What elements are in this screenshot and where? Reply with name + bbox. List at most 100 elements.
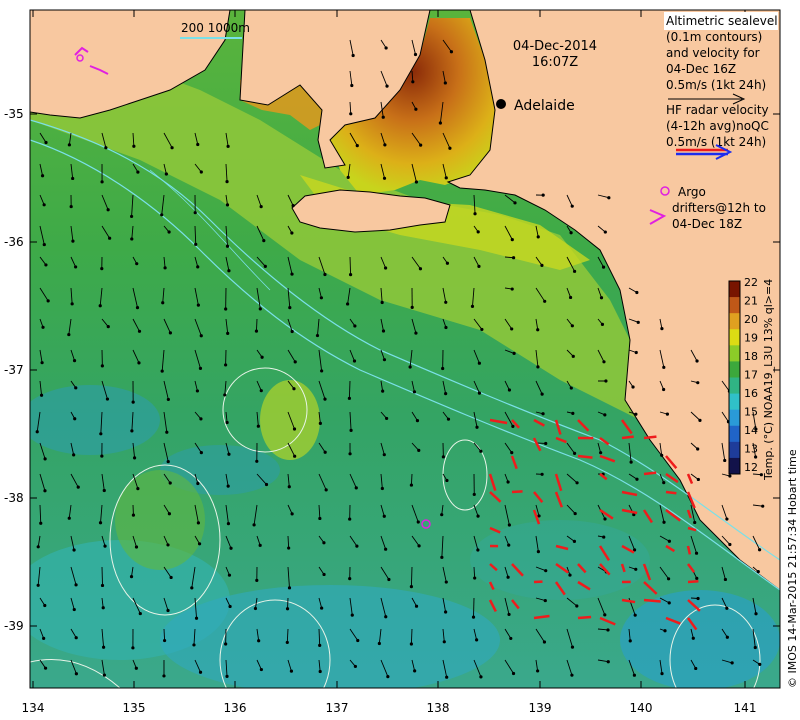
velocity-arrow-head (225, 674, 229, 678)
velocity-arrow-head (74, 386, 78, 390)
velocity-arrow-head (320, 606, 324, 610)
colorbar-tick-label: 21 (744, 295, 758, 308)
velocity-arrow-head (256, 424, 260, 428)
hf-radar-arrow (621, 435, 634, 440)
map-time: 16:07Z (532, 55, 578, 70)
velocity-arrow-head (449, 50, 454, 54)
velocity-arrow-head (255, 459, 259, 463)
velocity-arrow-head (544, 569, 548, 573)
velocity-arrow-head (289, 669, 294, 673)
velocity-arrow-head (381, 329, 386, 333)
velocity-arrow-head (354, 486, 358, 490)
velocity-arrow-head (696, 477, 700, 482)
velocity-arrow-head (603, 413, 607, 417)
colorbar-tick-label: 19 (744, 332, 758, 345)
legend-argo-line: drifters@12h to (672, 201, 766, 215)
velocity-arrow-head (758, 662, 762, 666)
velocity-arrow-head (695, 359, 699, 363)
velocity-arrow-head (410, 305, 414, 309)
velocity-arrow-head (138, 611, 142, 616)
velocity-arrow-head (536, 550, 540, 554)
velocity-arrow-head (106, 208, 110, 212)
velocity-arrow-head (323, 397, 327, 401)
velocity-arrow-head (290, 512, 294, 516)
velocity-arrow-head (226, 484, 230, 488)
velocity-arrow-head (72, 548, 76, 552)
velocity-arrow-head (510, 238, 514, 242)
colorbar-segment (729, 345, 740, 362)
velocity-arrow-head (728, 542, 732, 547)
velocity-arrow-head (101, 606, 105, 610)
velocity-arrow-head (662, 520, 666, 524)
velocity-arrow-head (168, 481, 172, 485)
velocity-arrow-head (631, 385, 635, 389)
velocity-arrow-head (448, 146, 452, 150)
velocity-arrow-head (667, 539, 671, 543)
velocity-arrow-head (67, 516, 71, 520)
velocity-arrow-head (67, 143, 71, 147)
velocity-arrow-head (100, 267, 104, 271)
velocity-arrow-head (662, 481, 666, 485)
velocity-arrow-head (166, 459, 170, 464)
velocity-arrow-head (190, 586, 194, 590)
hf-radar-arrow (665, 490, 677, 495)
lat-tick-label: -38 (4, 491, 24, 505)
velocity-arrow-head (599, 296, 604, 300)
colorbar-segment (729, 361, 740, 378)
hf-radar-arrow (577, 454, 593, 459)
velocity-arrow (348, 380, 351, 399)
velocity-arrow-head (507, 388, 511, 392)
colorbar-segment (729, 377, 740, 395)
velocity-arrow-head (413, 52, 418, 57)
velocity-arrow-head (74, 583, 78, 587)
velocity-arrow-head (223, 393, 227, 397)
velocity-arrow-head (382, 514, 386, 518)
velocity-arrow-head (74, 265, 78, 269)
velocity-arrow-head (164, 172, 168, 176)
velocity-arrow-head (479, 449, 483, 453)
velocity-arrow-head (568, 573, 572, 577)
velocity-arrow-head (380, 486, 384, 491)
velocity-arrow-head (507, 543, 511, 547)
velocity-arrow-head (542, 640, 547, 644)
velocity-arrow-head (226, 522, 231, 526)
velocity-arrow-head (725, 635, 729, 639)
velocity-arrow-head (255, 578, 259, 582)
velocity-arrow-head (348, 452, 352, 456)
legend-argo-line: 04-Dec 18Z (672, 217, 742, 231)
velocity-arrow-head (475, 638, 479, 642)
velocity-arrow-head (70, 302, 74, 306)
velocity-arrow-head (635, 290, 639, 295)
colorbar-tick-label: 17 (744, 369, 758, 382)
velocity-arrow-head (258, 543, 262, 547)
velocity-arrow-head (318, 421, 322, 425)
velocity-arrow-head (571, 411, 575, 415)
velocity-arrow-head (756, 569, 760, 574)
legend-hf-line: 0.5m/s (1kt 24h) (666, 135, 766, 149)
velocity-arrow-head (349, 112, 353, 116)
velocity-arrow-head (506, 480, 510, 484)
colorbar-segment (729, 329, 740, 346)
cold-patch (160, 585, 500, 688)
velocity-arrow-head (262, 239, 266, 243)
velocity-arrow-head (165, 430, 169, 434)
velocity-arrow-head (36, 545, 40, 549)
colorbar-label: Temp. (°C) NOAA19_L3U 13% ql>=4 (762, 279, 775, 481)
velocity-arrow-head (43, 489, 47, 493)
velocity-arrow-head (74, 636, 78, 640)
velocity-arrow-head (198, 366, 203, 370)
velocity-arrow-head (225, 203, 230, 207)
velocity-arrow-head (347, 396, 351, 400)
velocity-arrow-head (35, 430, 39, 434)
velocity-arrow-head (602, 360, 606, 364)
velocity-arrow-head (253, 606, 258, 611)
velocity-arrow-head (318, 669, 322, 674)
velocity-arrow-head (130, 237, 134, 241)
velocity-arrow-head (69, 204, 73, 209)
velocity-arrow-head (348, 273, 353, 277)
velocity-arrow-head (473, 576, 477, 580)
isobath-scale-label: 200 1000m (181, 21, 250, 35)
velocity-arrow-head (694, 666, 698, 671)
velocity-arrow-head (103, 544, 107, 548)
velocity-arrow-head (39, 521, 43, 525)
